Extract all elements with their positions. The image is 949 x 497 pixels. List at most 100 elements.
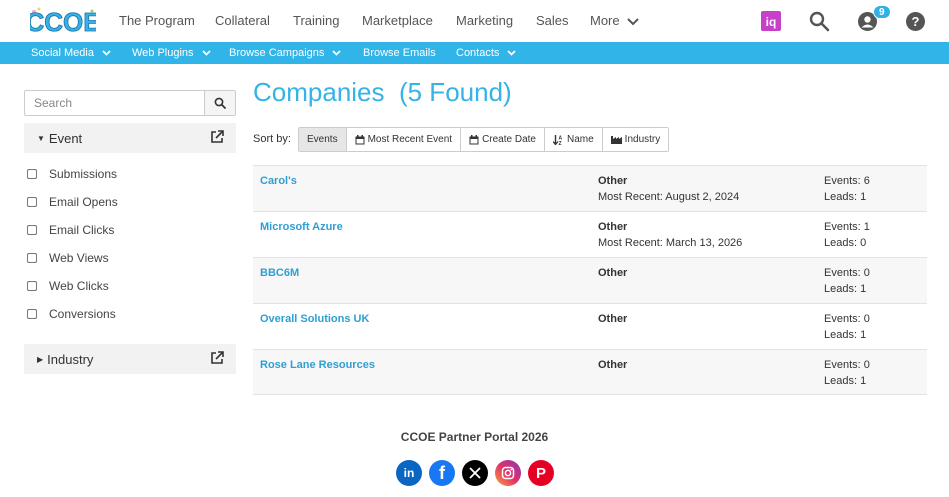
nav-collateral[interactable]: Collateral (215, 13, 270, 28)
nav-more-label: More (590, 13, 620, 28)
subnav-browse-emails[interactable]: Browse Emails (363, 47, 436, 59)
event-option-web-views[interactable]: Web Views (27, 251, 109, 265)
company-row: Rose Lane Resources Other Events: 0 Lead… (253, 349, 927, 395)
company-name-link[interactable]: Carol's (260, 175, 297, 187)
sort-events-label: Events (307, 134, 338, 145)
page-title: Companies (5 Found) (253, 77, 512, 108)
company-name-link[interactable]: Rose Lane Resources (260, 359, 375, 371)
search-input[interactable] (25, 91, 204, 115)
sort-industry-label: Industry (624, 134, 661, 145)
nav-marketplace[interactable]: Marketplace (362, 13, 433, 28)
chevron-down-icon (201, 50, 211, 56)
event-option-email-opens[interactable]: Email Opens (27, 195, 118, 209)
nav-sales[interactable]: Sales (536, 13, 569, 28)
calendar-icon (355, 134, 365, 144)
subnav-web-plugins-label: Web Plugins (132, 47, 194, 59)
facet-industry-label: Industry (47, 351, 94, 367)
company-leads: Leads: 0 (824, 237, 867, 249)
linkedin-icon[interactable]: in (396, 460, 422, 486)
company-row: Microsoft Azure Other Most Recent: March… (253, 211, 927, 257)
x-icon[interactable] (462, 460, 488, 486)
company-events: Events: 0 (824, 267, 870, 279)
company-leads: Leads: 1 (824, 191, 867, 203)
company-leads: Leads: 1 (824, 329, 867, 341)
subnav-social-media[interactable]: Social Media (31, 47, 111, 59)
results-count: (5 Found) (398, 77, 512, 107)
company-industry: Other (598, 313, 628, 325)
checkbox[interactable] (27, 225, 37, 235)
sort-industry-button[interactable]: Industry (602, 128, 669, 151)
checkbox[interactable] (27, 281, 37, 291)
chevron-down-icon (332, 50, 342, 56)
company-name-link[interactable]: Overall Solutions UK (260, 313, 369, 325)
checkbox[interactable] (27, 309, 37, 319)
event-option-label: Submissions (49, 167, 118, 181)
company-name-link[interactable]: Microsoft Azure (260, 221, 343, 233)
event-option-label: Email Opens (49, 195, 118, 209)
search-button[interactable] (204, 91, 235, 115)
company-row: Overall Solutions UK Other Events: 0 Lea… (253, 303, 927, 349)
notification-badge: 9 (873, 5, 891, 19)
sort-name-button[interactable]: AZ Name (544, 128, 603, 151)
subnav-contacts-label: Contacts (456, 47, 500, 59)
calendar-icon (469, 134, 479, 144)
company-industry: Other (598, 221, 628, 233)
svg-text:CCOE: CCOE (30, 7, 96, 36)
event-option-submissions[interactable]: Submissions (27, 167, 117, 181)
facet-event-label: Event (48, 130, 83, 146)
industry-icon (610, 136, 622, 144)
nav-the-program[interactable]: The Program (119, 13, 195, 28)
facet-event-header[interactable]: ▼ Event (24, 123, 236, 153)
event-option-conversions[interactable]: Conversions (27, 307, 116, 321)
nav-marketing[interactable]: Marketing (456, 13, 513, 28)
event-option-label: Conversions (49, 307, 116, 321)
sub-navbar: Social Media Web Plugins Browse Campaign… (0, 42, 949, 64)
sidebar-search (24, 90, 236, 116)
caret-down-icon: ▼ (37, 133, 45, 143)
company-name-link[interactable]: BBC6M (260, 267, 299, 279)
company-most-recent: Most Recent: August 2, 2024 (598, 191, 740, 203)
ccoe-logo[interactable]: CCOE (30, 6, 96, 36)
checkbox[interactable] (27, 197, 37, 207)
svg-text:?: ? (912, 14, 920, 29)
company-row: Carol's Other Most Recent: August 2, 202… (253, 165, 927, 211)
sort-events-button[interactable]: Events (299, 128, 347, 151)
company-leads: Leads: 1 (824, 375, 867, 387)
event-option-web-clicks[interactable]: Web Clicks (27, 279, 109, 293)
search-icon (214, 97, 226, 109)
footer-copyright: CCOE Partner Portal 2026 (400, 430, 549, 444)
search-icon[interactable] (809, 11, 830, 32)
sort-most-recent-button[interactable]: Most Recent Event (346, 128, 462, 151)
subnav-web-plugins[interactable]: Web Plugins (132, 47, 211, 59)
company-industry: Other (598, 359, 628, 371)
sort-name-label: Name (566, 134, 594, 145)
iq-icon[interactable]: iq (761, 11, 781, 31)
company-industry: Other (598, 267, 628, 279)
sort-label: Sort by: (253, 133, 291, 145)
sort-most-recent-label: Most Recent Event (367, 134, 453, 145)
nav-training[interactable]: Training (293, 13, 339, 28)
facebook-icon[interactable]: f (429, 460, 455, 486)
pinterest-icon[interactable]: P (528, 460, 554, 486)
sort-button-group: Events Most Recent Event Create Date AZ … (298, 127, 670, 152)
sort-create-date-button[interactable]: Create Date (461, 128, 545, 151)
facet-industry-header[interactable]: ▶ Industry (24, 344, 236, 374)
subnav-browse-campaigns[interactable]: Browse Campaigns (229, 47, 342, 59)
chevron-down-icon (627, 17, 639, 25)
checkbox[interactable] (27, 169, 37, 179)
help-icon[interactable]: ? (906, 12, 925, 31)
company-events: Events: 0 (824, 359, 870, 371)
nav-more[interactable]: More (590, 13, 639, 28)
subnav-contacts[interactable]: Contacts (456, 47, 517, 59)
event-option-label: Email Clicks (49, 223, 115, 237)
external-link-icon[interactable] (210, 130, 224, 144)
company-events: Events: 6 (824, 175, 870, 187)
event-option-email-clicks[interactable]: Email Clicks (27, 223, 114, 237)
social-links: in f P (396, 460, 554, 486)
svg-text:iq: iq (766, 15, 777, 29)
top-navbar: CCOE The Program Collateral Training Mar… (0, 0, 949, 42)
company-events: Events: 1 (824, 221, 870, 233)
checkbox[interactable] (27, 253, 37, 263)
instagram-icon[interactable] (495, 460, 521, 486)
external-link-icon[interactable] (210, 351, 224, 365)
